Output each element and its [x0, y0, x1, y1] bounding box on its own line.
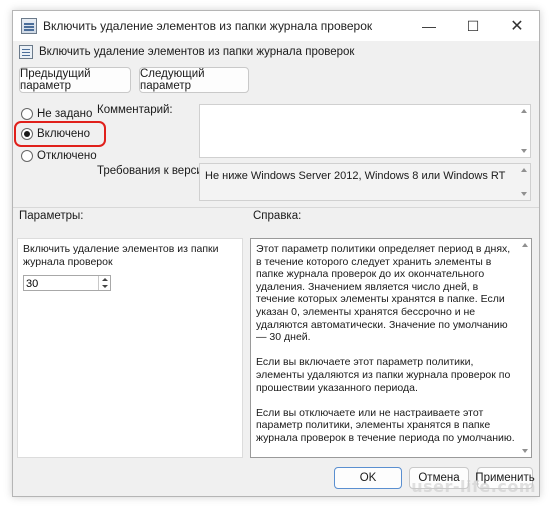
scroll-down-icon[interactable] [521, 192, 527, 196]
requirements-box: Не ниже Windows Server 2012, Windows 8 и… [199, 163, 531, 201]
setting-label: Включить удаление элементов из папки жур… [23, 243, 219, 268]
scroll-up-icon[interactable] [521, 168, 527, 172]
radio-enabled-label: Включено [37, 128, 91, 140]
requirements-scrollbar[interactable] [518, 164, 530, 200]
days-stepper[interactable] [23, 275, 111, 291]
policy-name: Включить удаление элементов из папки жур… [39, 46, 355, 58]
help-paragraph: Если вы включаете этот параметр политики… [256, 356, 511, 394]
comment-scrollbar[interactable] [518, 105, 530, 157]
scroll-down-icon[interactable] [521, 149, 527, 153]
help-text: Этот параметр политики определяет период… [256, 243, 515, 457]
radio-disabled-button[interactable] [21, 150, 33, 162]
minimize-button[interactable]: — [407, 11, 451, 41]
policy-header: Включить удаление элементов из папки жур… [19, 45, 354, 59]
close-button[interactable]: ✕ [495, 11, 539, 41]
help-scrollbar[interactable] [519, 239, 531, 457]
radio-disabled[interactable]: Отключено [21, 150, 97, 162]
radio-enabled-button[interactable] [21, 128, 33, 140]
requirements-label: Требования к версии: [97, 165, 213, 177]
policy-icon [21, 18, 37, 34]
scroll-up-icon[interactable] [522, 243, 528, 247]
help-paragraph: Этот параметр политики определяет период… [256, 243, 511, 344]
help-panel: Этот параметр политики определяет период… [250, 238, 532, 458]
parameters-panel: Включить удаление элементов из папки жур… [17, 238, 243, 458]
stepper-arrows[interactable] [98, 276, 110, 290]
next-setting-button[interactable]: Следующий параметр [139, 67, 249, 93]
radio-not-configured-label: Не задано [37, 108, 93, 120]
stepper-up-icon[interactable] [101, 278, 108, 281]
scroll-down-icon[interactable] [522, 449, 528, 453]
parameters-label: Параметры: [19, 210, 84, 222]
radio-not-configured[interactable]: Не задано [21, 108, 92, 120]
stepper-down-icon[interactable] [101, 285, 108, 288]
previous-setting-button[interactable]: Предыдущий параметр [19, 67, 131, 93]
policy-dialog: Включить удаление элементов из папки жур… [12, 10, 540, 497]
scroll-up-icon[interactable] [521, 109, 527, 113]
radio-not-configured-button[interactable] [21, 108, 33, 120]
watermark: user-life.com [411, 477, 536, 496]
radio-enabled[interactable]: Включено [21, 128, 90, 140]
section-divider [13, 207, 539, 208]
window-title: Включить удаление элементов из папки жур… [43, 19, 373, 33]
maximize-button[interactable]: ☐ [451, 11, 495, 41]
comment-textarea[interactable] [199, 104, 531, 158]
help-paragraph: Если вы отключаете или не настраиваете э… [256, 406, 515, 444]
title-bar: Включить удаление элементов из папки жур… [13, 11, 539, 41]
radio-disabled-label: Отключено [37, 150, 97, 162]
days-input[interactable] [24, 277, 96, 291]
ok-button[interactable]: OK [334, 467, 402, 489]
policy-icon [19, 45, 33, 59]
comment-label: Комментарий: [97, 104, 173, 116]
requirements-value: Не ниже Windows Server 2012, Windows 8 и… [205, 170, 506, 182]
help-label: Справка: [253, 210, 302, 222]
